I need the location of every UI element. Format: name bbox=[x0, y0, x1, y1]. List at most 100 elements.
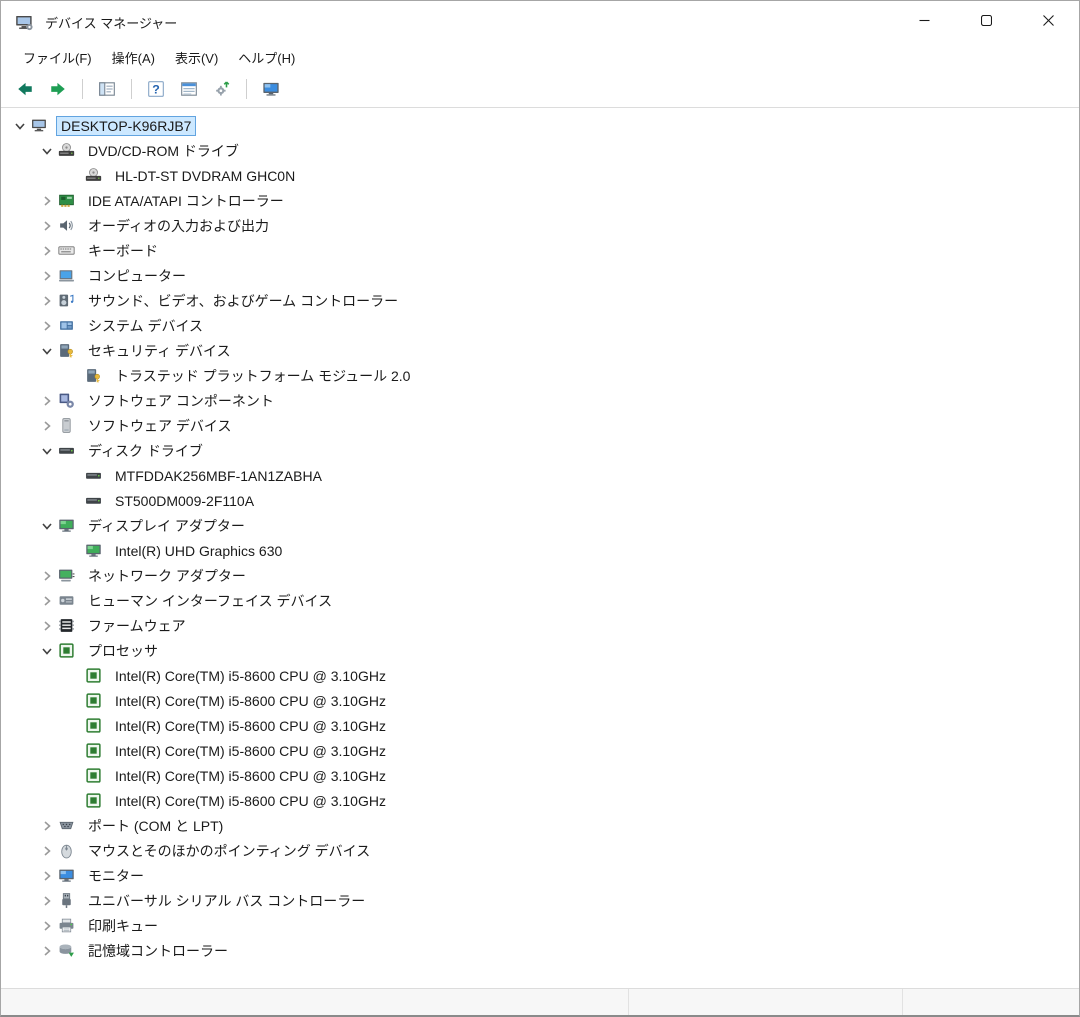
dvd-rom-icon bbox=[58, 142, 76, 159]
tree-item[interactable]: Intel(R) UHD Graphics 630 bbox=[1, 538, 1079, 563]
chevron-collapsed-icon[interactable] bbox=[36, 619, 58, 633]
tree-item[interactable]: HL-DT-ST DVDRAM GHC0N bbox=[1, 163, 1079, 188]
tree-item[interactable]: キーボード bbox=[1, 238, 1079, 263]
hid-icon bbox=[58, 592, 76, 609]
ports-icon bbox=[58, 817, 76, 834]
tree-item[interactable]: マウスとそのほかのポインティング デバイス bbox=[1, 838, 1079, 863]
tree-item[interactable]: ディスプレイ アダプター bbox=[1, 513, 1079, 538]
tree-item[interactable]: オーディオの入力および出力 bbox=[1, 213, 1079, 238]
chevron-collapsed-icon[interactable] bbox=[36, 394, 58, 408]
chevron-collapsed-icon[interactable] bbox=[36, 194, 58, 208]
menu-action[interactable]: 操作(A) bbox=[102, 44, 165, 71]
window-title: デバイス マネージャー bbox=[45, 15, 178, 31]
chevron-collapsed-icon[interactable] bbox=[36, 294, 58, 308]
tree-item[interactable]: ディスク ドライブ bbox=[1, 438, 1079, 463]
chevron-expanded-icon[interactable] bbox=[36, 444, 58, 458]
close-button[interactable] bbox=[1017, 1, 1079, 41]
titlebar: デバイス マネージャー bbox=[1, 1, 1079, 43]
forward-button[interactable] bbox=[44, 75, 72, 103]
tree-item-label: ソフトウェア デバイス bbox=[88, 417, 232, 434]
tree-item[interactable]: サウンド、ビデオ、およびゲーム コントローラー bbox=[1, 288, 1079, 313]
menu-file[interactable]: ファイル(F) bbox=[13, 44, 102, 71]
maximize-icon bbox=[980, 14, 992, 29]
tree-item-label: ユニバーサル シリアル バス コントローラー bbox=[88, 892, 366, 909]
tree-item[interactable]: ソフトウェア デバイス bbox=[1, 413, 1079, 438]
tree-item[interactable]: Intel(R) Core(TM) i5-8600 CPU @ 3.10GHz bbox=[1, 763, 1079, 788]
tree-item-label: Intel(R) Core(TM) i5-8600 CPU @ 3.10GHz bbox=[115, 717, 386, 734]
chevron-collapsed-icon[interactable] bbox=[36, 869, 58, 883]
chevron-collapsed-icon[interactable] bbox=[36, 944, 58, 958]
processor-icon bbox=[85, 742, 103, 759]
minimize-button[interactable] bbox=[893, 1, 955, 41]
tree-item-label: Intel(R) Core(TM) i5-8600 CPU @ 3.10GHz bbox=[115, 742, 386, 759]
tree-item[interactable]: Intel(R) Core(TM) i5-8600 CPU @ 3.10GHz bbox=[1, 663, 1079, 688]
tree-item-label: MTFDDAK256MBF-1AN1ZABHA bbox=[115, 467, 322, 484]
tree-item[interactable]: ST500DM009-2F110A bbox=[1, 488, 1079, 513]
chevron-collapsed-icon[interactable] bbox=[36, 594, 58, 608]
tree-item[interactable]: ヒューマン インターフェイス デバイス bbox=[1, 588, 1079, 613]
menu-view[interactable]: 表示(V) bbox=[165, 44, 228, 71]
chevron-collapsed-icon[interactable] bbox=[36, 894, 58, 908]
tree-item[interactable]: 印刷キュー bbox=[1, 913, 1079, 938]
chevron-collapsed-icon[interactable] bbox=[36, 319, 58, 333]
maximize-button[interactable] bbox=[955, 1, 1017, 41]
toolbar-separator bbox=[246, 79, 247, 99]
tree-item[interactable]: モニター bbox=[1, 863, 1079, 888]
device-view-button[interactable] bbox=[257, 75, 285, 103]
menu-help[interactable]: ヘルプ(H) bbox=[228, 44, 305, 71]
tree-item[interactable]: プロセッサ bbox=[1, 638, 1079, 663]
device-tree: DESKTOP-K96RJB7 DVD/CD-ROM ドライブ HL-DT-ST D… bbox=[1, 108, 1079, 988]
system-device-icon bbox=[58, 317, 76, 334]
tree-item[interactable]: IDE ATA/ATAPI コントローラー bbox=[1, 188, 1079, 213]
tree-item[interactable]: Intel(R) Core(TM) i5-8600 CPU @ 3.10GHz bbox=[1, 738, 1079, 763]
tree-item[interactable]: DVD/CD-ROM ドライブ bbox=[1, 138, 1079, 163]
chevron-collapsed-icon[interactable] bbox=[36, 419, 58, 433]
tree-item[interactable]: コンピューター bbox=[1, 263, 1079, 288]
chevron-collapsed-icon[interactable] bbox=[36, 919, 58, 933]
chevron-collapsed-icon[interactable] bbox=[36, 844, 58, 858]
tree-item[interactable]: Intel(R) Core(TM) i5-8600 CPU @ 3.10GHz bbox=[1, 688, 1079, 713]
chevron-collapsed-icon[interactable] bbox=[36, 219, 58, 233]
tree-item[interactable]: ユニバーサル シリアル バス コントローラー bbox=[1, 888, 1079, 913]
menubar: ファイル(F) 操作(A) 表示(V) ヘルプ(H) bbox=[1, 43, 1079, 71]
tree-item[interactable]: 記憶域コントローラー bbox=[1, 938, 1079, 963]
tree-item-label: 記憶域コントローラー bbox=[88, 942, 228, 959]
tree-item[interactable]: Intel(R) Core(TM) i5-8600 CPU @ 3.10GHz bbox=[1, 713, 1079, 738]
tree-item[interactable]: システム デバイス bbox=[1, 313, 1079, 338]
window-controls bbox=[893, 1, 1079, 43]
tree-item[interactable]: ネットワーク アダプター bbox=[1, 563, 1079, 588]
tree-item[interactable]: DESKTOP-K96RJB7 bbox=[1, 113, 1079, 138]
chevron-expanded-icon[interactable] bbox=[36, 144, 58, 158]
processor-icon bbox=[85, 767, 103, 784]
properties-button[interactable] bbox=[175, 75, 203, 103]
chevron-expanded-icon[interactable] bbox=[36, 644, 58, 658]
chevron-collapsed-icon[interactable] bbox=[36, 269, 58, 283]
chevron-collapsed-icon[interactable] bbox=[36, 569, 58, 583]
software-component-icon bbox=[58, 392, 76, 409]
chevron-collapsed-icon[interactable] bbox=[36, 244, 58, 258]
chevron-expanded-icon[interactable] bbox=[9, 119, 31, 133]
tree-item-label: サウンド、ビデオ、およびゲーム コントローラー bbox=[88, 292, 399, 309]
dvd-rom-icon bbox=[85, 167, 103, 184]
tree-item[interactable]: セキュリティ デバイス bbox=[1, 338, 1079, 363]
chevron-expanded-icon[interactable] bbox=[36, 519, 58, 533]
tree-item[interactable]: ポート (COM と LPT) bbox=[1, 813, 1079, 838]
processor-icon bbox=[85, 692, 103, 709]
back-button[interactable] bbox=[11, 75, 39, 103]
help-button[interactable]: ? bbox=[142, 75, 170, 103]
chevron-collapsed-icon[interactable] bbox=[36, 819, 58, 833]
tree-item[interactable]: Intel(R) Core(TM) i5-8600 CPU @ 3.10GHz bbox=[1, 788, 1079, 813]
chevron-expanded-icon[interactable] bbox=[36, 344, 58, 358]
tree-item-label: Intel(R) UHD Graphics 630 bbox=[115, 542, 283, 559]
tree-item[interactable]: ソフトウェア コンポーネント bbox=[1, 388, 1079, 413]
tree-item[interactable]: MTFDDAK256MBF-1AN1ZABHA bbox=[1, 463, 1079, 488]
tree-item-label: ディスプレイ アダプター bbox=[88, 517, 245, 534]
tree-item-label: マウスとそのほかのポインティング デバイス bbox=[88, 842, 371, 859]
tree-item[interactable]: ファームウェア bbox=[1, 613, 1079, 638]
tree-item[interactable]: トラステッド プラットフォーム モジュール 2.0 bbox=[1, 363, 1079, 388]
show-console-tree-button[interactable] bbox=[93, 75, 121, 103]
audio-io-icon bbox=[58, 217, 76, 234]
scan-hardware-changes-button[interactable] bbox=[208, 75, 236, 103]
firmware-icon bbox=[58, 617, 76, 634]
tree-item-label: ポート (COM と LPT) bbox=[88, 817, 224, 834]
